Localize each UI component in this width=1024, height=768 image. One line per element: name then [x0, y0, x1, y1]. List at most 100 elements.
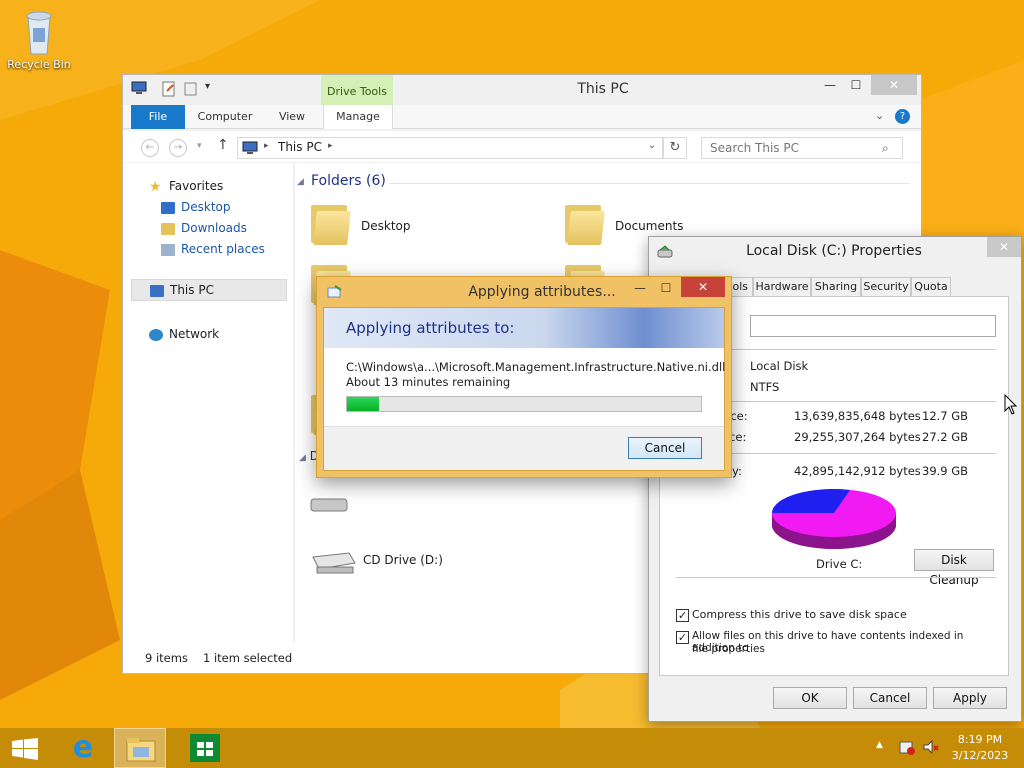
file-explorer-icon [125, 735, 157, 763]
compress-checkbox[interactable]: ✓ [676, 609, 689, 622]
status-item-count: 9 items [145, 651, 188, 665]
recent-locations-icon[interactable]: ▾ [197, 141, 202, 151]
recent-places-icon [161, 243, 175, 256]
back-button[interactable]: ← [141, 139, 159, 157]
help-icon[interactable]: ? [895, 109, 910, 124]
cd-drive[interactable]: CD Drive (D:) [309, 547, 469, 577]
maximize-button[interactable]: ☐ [843, 75, 869, 95]
nav-desktop-label: Desktop [181, 200, 231, 214]
index-label-2: file properties [692, 643, 765, 655]
customize-qat-icon[interactable]: ▾ [205, 81, 217, 97]
progress-remaining: About 13 minutes remaining [346, 375, 511, 389]
tab-view[interactable]: View [269, 105, 315, 129]
progress-cancel-button[interactable]: Cancel [628, 437, 702, 459]
navigation-pane: ★ Favorites Desktop Downloads Recent plac… [123, 163, 293, 643]
capacity-label: y: [732, 464, 742, 478]
volume-muted-icon[interactable] [922, 738, 940, 756]
free-space-bytes: 29,255,307,264 bytes [794, 430, 921, 444]
nav-favorites-label: Favorites [169, 179, 224, 193]
tab-manage[interactable]: Manage [323, 105, 393, 129]
file-operation-icon [327, 285, 343, 299]
close-button[interactable]: ✕ [871, 75, 917, 95]
nav-recent[interactable]: Recent places [161, 240, 265, 258]
nav-network-label: Network [169, 327, 220, 341]
taskbar-file-explorer[interactable] [114, 728, 166, 768]
progress-maximize-button[interactable]: ☐ [655, 281, 677, 299]
up-button[interactable]: ↑ [217, 137, 229, 153]
cancel-button[interactable]: Cancel [853, 687, 927, 709]
capacity-bytes: 42,895,142,912 bytes [794, 464, 921, 478]
tab-computer[interactable]: Computer [193, 105, 257, 129]
folders-group-header[interactable]: Folders (6) [311, 173, 386, 189]
divider [676, 577, 996, 578]
nav-desktop[interactable]: Desktop [161, 198, 231, 216]
network-icon [149, 328, 163, 341]
folder-desktop[interactable]: Desktop [309, 201, 449, 251]
tab-hardware[interactable]: Hardware [753, 277, 811, 297]
search-field[interactable]: Search This PC ⌕ [701, 137, 903, 159]
show-hidden-icons-icon[interactable]: ▲ [876, 740, 883, 750]
desktop-icon [161, 201, 175, 214]
applying-attributes-dialog: Applying attributes... — ☐ ✕ Applying at… [316, 276, 732, 478]
properties-icon[interactable] [161, 81, 177, 97]
disk-cleanup-button[interactable]: Disk Cleanup [914, 549, 994, 587]
properties-title: Local Disk (C:) Properties [746, 243, 922, 259]
computer-icon [242, 141, 258, 155]
progress-minimize-button[interactable]: — [629, 281, 651, 299]
drive-name-input[interactable] [750, 315, 996, 337]
refresh-button[interactable]: ↻ [663, 137, 687, 159]
search-icon: ⌕ [882, 141, 889, 155]
drive-tools-label: Drive Tools [321, 75, 393, 105]
start-button[interactable] [0, 728, 50, 768]
progress-content: Applying attributes to: C:\Windows\a...\… [323, 307, 725, 471]
minimize-button[interactable]: — [817, 75, 843, 95]
tab-security[interactable]: Security [861, 277, 911, 297]
progress-heading: Applying attributes to: [346, 319, 515, 337]
clock-date[interactable]: 3/12/2023 [950, 749, 1010, 762]
forward-button[interactable]: → [169, 139, 187, 157]
explorer-title: This PC [577, 81, 629, 97]
downloads-icon [161, 222, 175, 235]
folder-icon [563, 201, 605, 245]
local-disk-icon[interactable] [309, 493, 349, 515]
nav-downloads[interactable]: Downloads [161, 219, 247, 237]
taskbar-store[interactable] [180, 728, 230, 768]
collapse-group-icon[interactable]: ◢ [297, 177, 304, 187]
nav-favorites[interactable]: ★ Favorites [149, 177, 223, 195]
taskbar-internet-explorer[interactable]: e [58, 728, 108, 768]
apply-button[interactable]: Apply [933, 687, 1007, 709]
address-bar[interactable]: ▸ This PC ▸ ⌄ [237, 137, 663, 159]
group-divider [389, 183, 909, 184]
computer-icon [131, 81, 147, 95]
breadcrumb-this-pc[interactable]: This PC [278, 140, 322, 154]
properties-close-button[interactable]: ✕ [987, 237, 1021, 257]
nav-network[interactable]: Network [149, 325, 219, 343]
folder-documents-label: Documents [615, 219, 684, 233]
windows-logo-icon [12, 738, 38, 760]
nav-this-pc: This PC [150, 283, 214, 297]
filesystem-value: NTFS [750, 380, 780, 394]
tab-quota[interactable]: Quota [911, 277, 951, 297]
index-checkbox[interactable]: ✓ [676, 631, 689, 644]
compress-label: Compress this drive to save disk space [692, 608, 907, 621]
nav-this-pc-selected[interactable]: This PC [131, 279, 287, 301]
tab-file[interactable]: File [131, 105, 185, 129]
progress-footer: Cancel [324, 426, 724, 470]
recycle-bin-label: Recycle Bin [7, 58, 71, 71]
action-center-icon[interactable] [898, 738, 916, 756]
type-value: Local Disk [750, 359, 809, 373]
ok-button[interactable]: OK [773, 687, 847, 709]
clock-time[interactable]: 8:19 PM [950, 733, 1010, 746]
address-dropdown-icon[interactable]: ⌄ [648, 140, 656, 151]
recycle-bin-shortcut[interactable]: Recycle Bin [6, 6, 72, 76]
disk-usage-pie [770, 485, 898, 553]
free-space-gb: 27.2 GB [922, 430, 969, 444]
breadcrumb-chevron-icon[interactable]: ▸ [328, 141, 333, 151]
expand-ribbon-icon[interactable]: ⌄ [875, 109, 884, 122]
tab-sharing[interactable]: Sharing [811, 277, 861, 297]
progress-close-button[interactable]: ✕ [681, 277, 725, 297]
cd-drive-icon [309, 549, 357, 575]
breadcrumb-chevron-icon[interactable]: ▸ [264, 141, 269, 151]
new-folder-icon[interactable] [183, 81, 199, 97]
folder-icon [309, 201, 351, 245]
